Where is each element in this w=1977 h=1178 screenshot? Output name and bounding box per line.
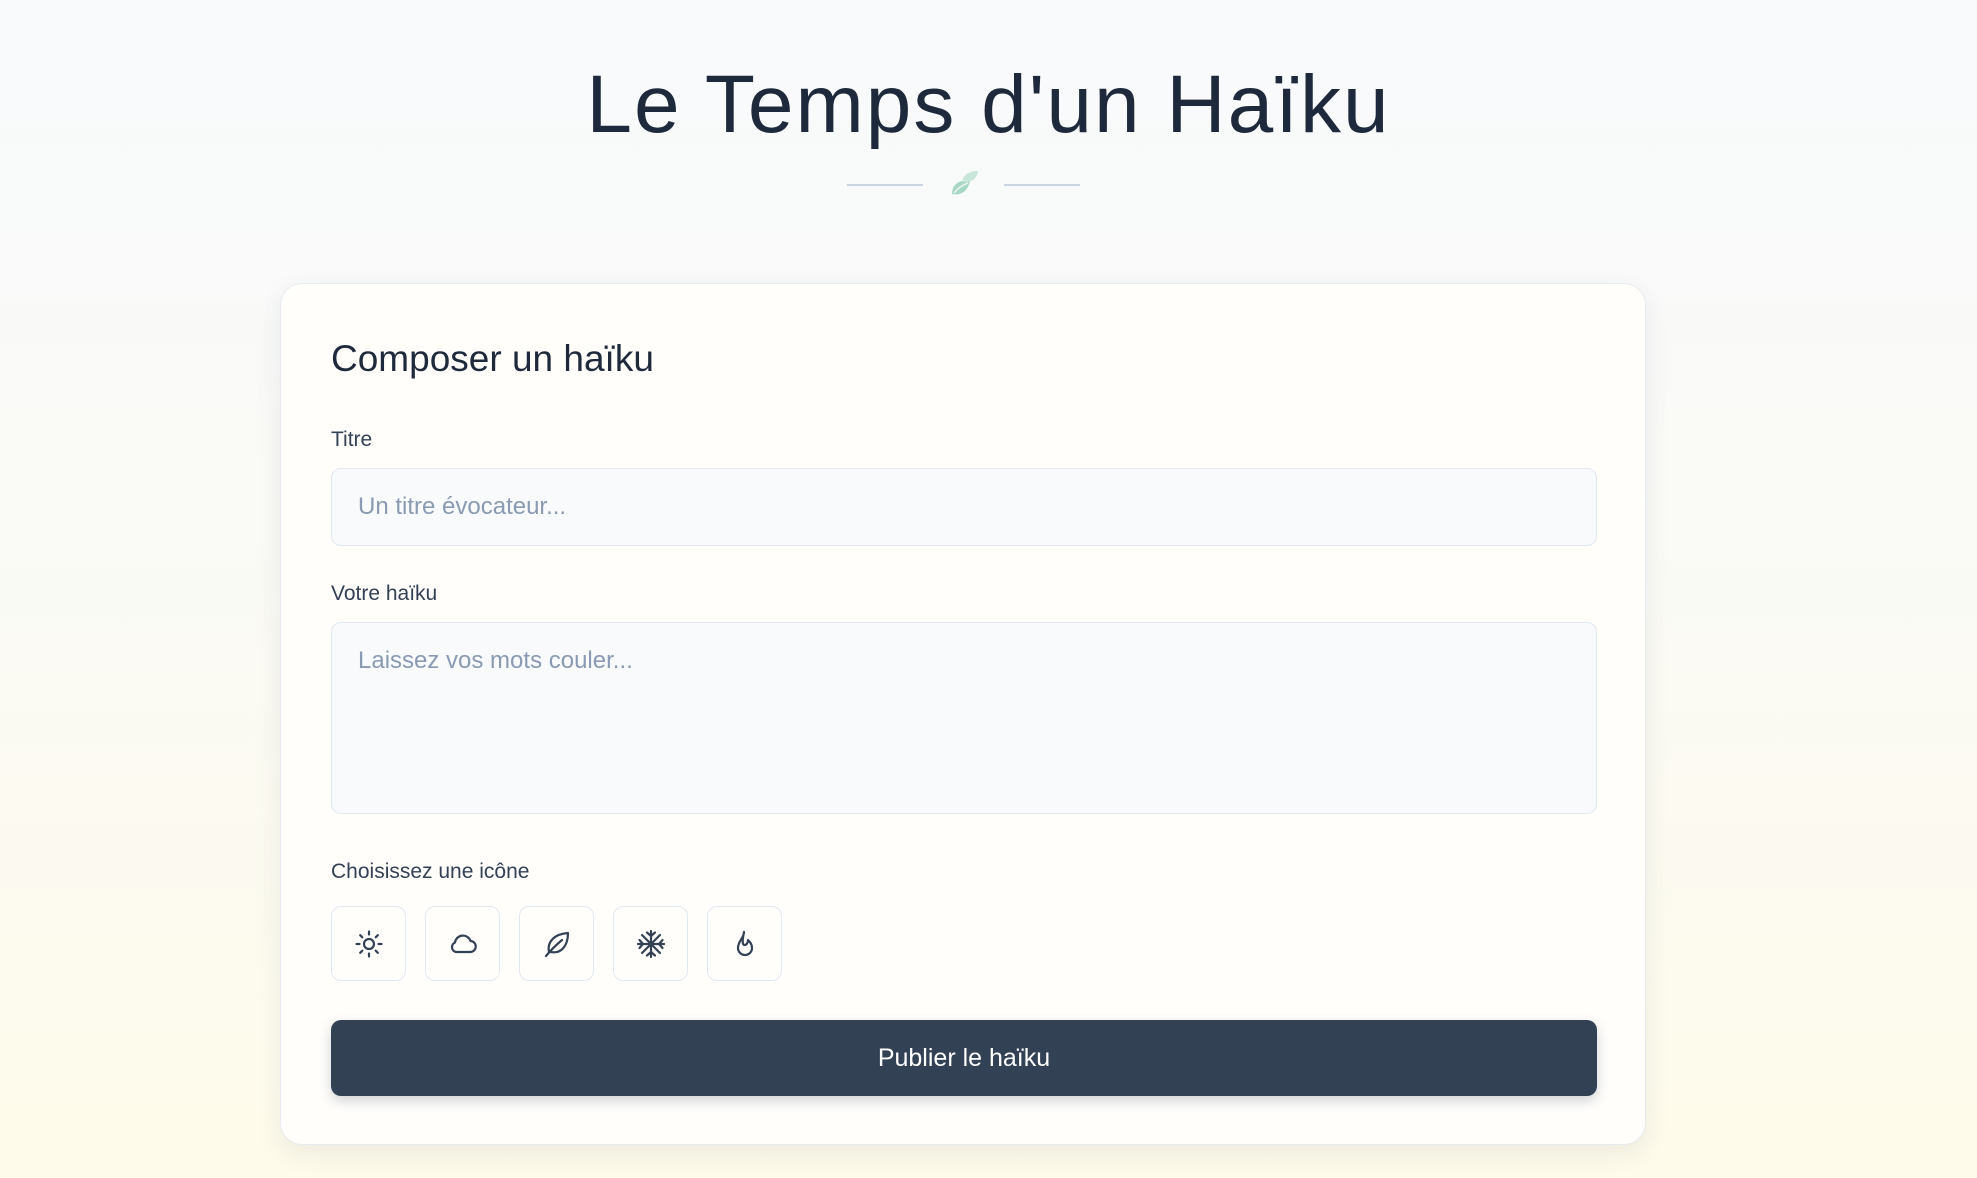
divider-line-left <box>847 184 923 186</box>
cloud-icon-button[interactable] <box>425 906 500 981</box>
leaf-icon-button[interactable] <box>519 906 594 981</box>
haiku-label: Votre haïku <box>331 582 438 605</box>
leaf-icon <box>952 171 978 195</box>
page-title: Le Temps d'un Haïku <box>586 59 1391 150</box>
haiku-textarea[interactable] <box>331 622 1597 814</box>
title-input[interactable] <box>331 468 1597 546</box>
sun-icon-button[interactable] <box>331 906 406 981</box>
title-divider <box>0 164 1977 206</box>
page-header: Le Temps d'un Haïku <box>0 0 1977 152</box>
leaf-icon <box>544 931 569 957</box>
icon-choice-label: Choisissez une icône <box>331 860 530 883</box>
compose-card: Composer un haïku Titre Votre haïku Choi… <box>280 283 1646 1145</box>
title-label: Titre <box>331 428 373 451</box>
compose-heading: Composer un haïku <box>331 338 654 379</box>
snowflake-icon-button[interactable] <box>613 906 688 981</box>
sun-icon <box>354 929 383 958</box>
cloud-icon <box>450 934 477 953</box>
divider-line-right <box>1004 184 1080 186</box>
flame-icon-button[interactable] <box>707 906 782 981</box>
flame-icon <box>736 930 753 956</box>
publish-button[interactable]: Publier le haïku <box>331 1020 1597 1096</box>
snowflake-icon <box>636 929 665 958</box>
